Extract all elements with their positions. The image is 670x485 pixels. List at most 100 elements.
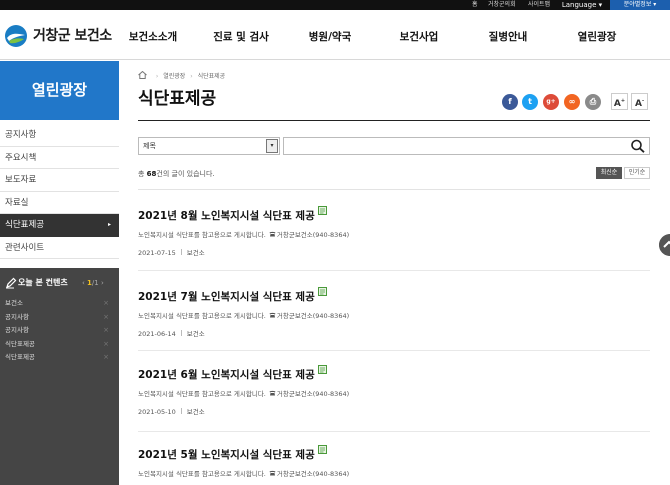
sort-popular-button[interactable]: 인기순: [624, 167, 650, 179]
font-size-decrease-button[interactable]: A-: [631, 93, 648, 110]
sidebar-item-label: 주요시책: [5, 152, 37, 163]
font-plus-glyph: A: [613, 99, 621, 109]
nav-item-hospital[interactable]: 병원/약국: [308, 29, 352, 45]
home-link[interactable]: 홈: [472, 0, 478, 10]
post-title-link[interactable]: 2021년 7월 노인복지시설 식단표 제공: [138, 287, 327, 304]
phone-icon: [269, 390, 276, 396]
sidebar-item-label: 공지사항: [5, 130, 37, 140]
nav-item-intro[interactable]: 보건소소개: [128, 29, 178, 45]
search-field-value: 제목: [143, 142, 156, 150]
sidebar-item-related-sites[interactable]: 관련사이트: [0, 237, 119, 259]
phone-icon: [269, 470, 276, 476]
post-title-link[interactable]: 2021년 5월 노인복지시설 식단표 제공: [138, 445, 327, 462]
recent-viewed-label: 보건소: [5, 299, 23, 307]
sidebar-item-menu-table[interactable]: 식단표제공 ▸: [0, 214, 119, 237]
recent-viewed-item[interactable]: 식단표제공 ×: [5, 351, 109, 365]
scroll-top-button[interactable]: [659, 234, 670, 256]
post-desc-text: 노인복지시설 식단표를 참고용으로 게시합니다.: [138, 390, 266, 398]
post-divider: [138, 270, 650, 271]
post-title-link[interactable]: 2021년 8월 노인복지시설 식단표 제공: [138, 206, 327, 223]
post-description: 노인복지시설 식단표를 참고용으로 게시합니다. 거창군보건소(940-8364): [138, 469, 349, 479]
post-title: 2021년 8월 노인복지시설 식단표 제공: [138, 210, 315, 222]
search-field-select[interactable]: 제목 ▾: [138, 137, 280, 155]
branch-info-dropdown[interactable]: 분야별정보 ▾: [610, 0, 670, 10]
recent-viewed-label: 공지사항: [5, 326, 29, 334]
post-title-link[interactable]: 2021년 6월 노인복지시설 식단표 제공: [138, 365, 327, 382]
close-icon[interactable]: ×: [103, 311, 109, 324]
language-dropdown[interactable]: Language ▾: [556, 0, 608, 10]
post-date: 2021-07-15: [138, 249, 176, 257]
chevron-right-icon: ▸: [107, 221, 111, 228]
top-utility-bar: 홈 거창군의회 사이트맵 Language ▾ 분야별정보 ▾: [0, 0, 670, 10]
post-desc-text: 노인복지시설 식단표를 참고용으로 게시합니다.: [138, 470, 266, 478]
post-title: 2021년 6월 노인복지시설 식단표 제공: [138, 369, 315, 381]
google-plus-share-icon[interactable]: g+: [543, 94, 559, 110]
link-copy-icon[interactable]: ∞: [564, 94, 580, 110]
recent-viewed-list: 보건소 × 공지사항 × 공지사항 × 식단표제공 × 식단표제공 ×: [5, 297, 109, 365]
result-count-prefix: 총: [138, 170, 147, 178]
site-logo[interactable]: 거창군 보건소: [4, 24, 116, 48]
recent-viewed-label: 공지사항: [5, 312, 29, 321]
home-icon[interactable]: [138, 71, 147, 79]
nav-item-treatment[interactable]: 진료 및 검사: [213, 29, 269, 45]
post-description: 노인복지시설 식단표를 참고용으로 게시합니다. 거창군보건소(940-8364): [138, 230, 349, 240]
twitter-share-icon[interactable]: t: [522, 94, 538, 110]
attachment-file-icon[interactable]: [317, 365, 327, 374]
sidebar-item-notice[interactable]: 공지사항: [0, 124, 119, 147]
close-icon[interactable]: ×: [103, 297, 109, 310]
pager-prev-button[interactable]: ‹: [82, 279, 85, 287]
meta-divider: [180, 249, 182, 255]
font-size-increase-button[interactable]: A+: [611, 93, 628, 110]
sidebar-item-label: 자료실: [5, 197, 29, 208]
site-header: 거창군 보건소 보건소소개 진료 및 검사 병원/약국 보건사업 질병안내 열린…: [0, 10, 670, 60]
post-contact: 거창군보건소(940-8364): [276, 390, 350, 398]
sidebar-item-label: 보도자료: [5, 175, 37, 185]
post-meta: 2021-07-15 보건소: [138, 248, 205, 258]
sidebar-item-archive[interactable]: 자료실: [0, 192, 119, 214]
logo-emblem-icon: [5, 25, 27, 47]
post-desc-text: 노인복지시설 식단표를 참고용으로 게시합니다.: [138, 312, 266, 320]
attachment-file-icon[interactable]: [317, 445, 327, 454]
search-icon[interactable]: [630, 139, 646, 153]
recent-viewed-title: 오늘 본 컨텐츠: [18, 278, 68, 287]
sitemap-link[interactable]: 사이트맵: [528, 0, 550, 10]
search-input[interactable]: [286, 139, 616, 153]
result-count-number: 68: [146, 170, 157, 178]
pen-icon: [6, 277, 17, 289]
breadcrumb-separator: ›: [190, 73, 193, 80]
council-link[interactable]: 거창군의회: [488, 0, 516, 10]
attachment-file-icon[interactable]: [317, 206, 327, 215]
nav-item-disease[interactable]: 질병안내: [487, 29, 529, 45]
close-icon[interactable]: ×: [103, 324, 109, 337]
sidebar-title: 열린광장: [0, 61, 119, 120]
post-contact: 거창군보건소(940-8364): [276, 470, 350, 478]
close-icon[interactable]: ×: [103, 351, 109, 364]
recent-viewed-panel: 오늘 본 컨텐츠 ‹ 1/1 › 보건소 × 공지사항 × 공지사항 × 식단표제공 ×…: [0, 268, 119, 485]
facebook-share-icon[interactable]: f: [502, 94, 518, 110]
attachment-file-icon[interactable]: [317, 287, 327, 296]
logo-text: 거창군 보건소: [33, 28, 112, 44]
close-icon[interactable]: ×: [103, 338, 109, 351]
sidebar-item-policy[interactable]: 주요시책: [0, 147, 119, 169]
recent-viewed-item[interactable]: 공지사항 ×: [5, 324, 109, 338]
sidebar-item-label: 식단표제공: [5, 220, 45, 230]
post-divider: [138, 431, 650, 432]
recent-viewed-label: 식단표제공: [5, 353, 35, 361]
breadcrumb-item[interactable]: 식단표제공: [198, 73, 226, 80]
phone-icon: [269, 231, 276, 237]
breadcrumb-item[interactable]: 열린광장: [163, 73, 185, 80]
post-author: 보건소: [186, 408, 205, 416]
post-contact: 거창군보건소(940-8364): [276, 231, 350, 239]
chevron-down-icon[interactable]: ▾: [266, 139, 278, 153]
print-icon[interactable]: ⎙: [585, 94, 601, 110]
sidebar-item-label: 관련사이트: [5, 242, 45, 253]
post-author: 보건소: [186, 330, 205, 338]
recent-viewed-item[interactable]: 공지사항 ×: [5, 311, 109, 325]
sidebar-item-press[interactable]: 보도자료: [0, 169, 119, 192]
nav-item-health-program[interactable]: 보건사업: [398, 29, 440, 45]
recent-viewed-item[interactable]: 보건소 ×: [5, 297, 109, 311]
recent-viewed-item[interactable]: 식단표제공 ×: [5, 338, 109, 352]
nav-item-open-square[interactable]: 열린광장: [576, 29, 618, 45]
pager-next-button[interactable]: ›: [101, 279, 104, 287]
sort-latest-button[interactable]: 최신순: [596, 167, 622, 179]
